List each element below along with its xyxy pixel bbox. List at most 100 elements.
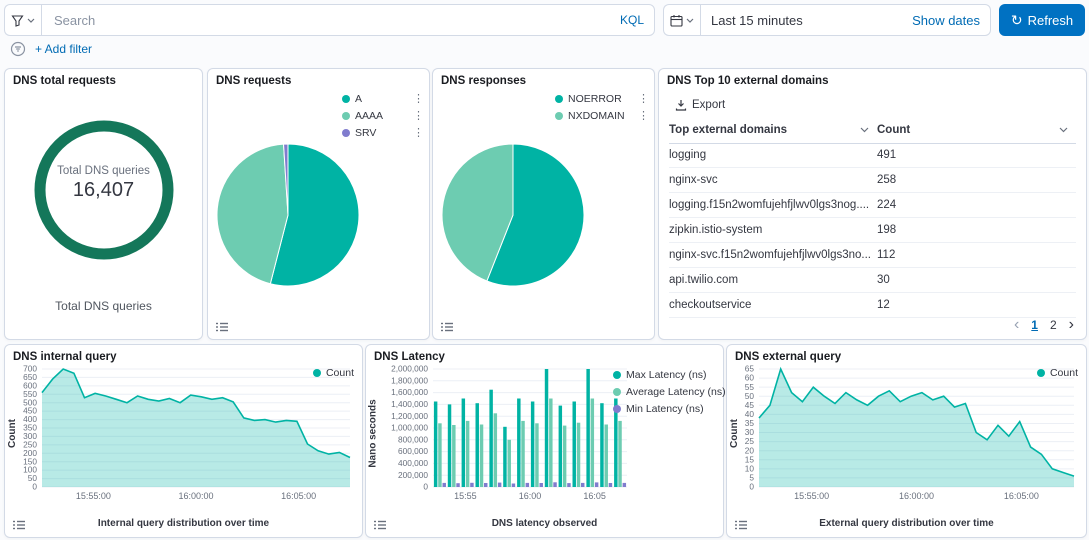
svg-text:2,000,000: 2,000,000 <box>391 364 428 374</box>
svg-text:15:55: 15:55 <box>454 491 477 501</box>
svg-text:0: 0 <box>423 482 428 492</box>
svg-text:1,600,000: 1,600,000 <box>391 387 428 397</box>
table-row: nginx-svc.f15n2womfujehfjlwv0lgs3no...11… <box>669 243 1076 268</box>
legend-dot <box>313 369 321 377</box>
svg-text:0: 0 <box>749 482 754 492</box>
count-cell: 491 <box>877 149 1076 161</box>
date-picker-group: Last 15 minutes Show dates <box>663 4 991 36</box>
add-filter-link[interactable]: + Add filter <box>35 42 92 56</box>
table-row: checkoutservice12 <box>669 293 1076 318</box>
svg-text:700: 700 <box>23 364 37 374</box>
calendar-menu-button[interactable] <box>663 4 700 36</box>
legend-label: Count <box>326 367 354 379</box>
legend-menu-icon[interactable]: ⋮ <box>634 111 649 122</box>
svg-text:60: 60 <box>745 373 755 383</box>
svg-text:55: 55 <box>745 382 755 392</box>
legend-menu-icon[interactable]: ⋮ <box>409 94 424 105</box>
prev-page-button[interactable]: ‹ <box>1014 317 1019 333</box>
panel-title: DNS total requests <box>13 75 116 87</box>
panel-dns-external-query: DNS external query Count Count 051015202… <box>726 344 1087 538</box>
legend-toggle-icon[interactable] <box>373 518 387 532</box>
download-icon <box>675 99 687 111</box>
saved-query-menu-button[interactable] <box>4 4 41 36</box>
search-group: KQL <box>4 4 655 36</box>
legend-toggle-icon[interactable] <box>215 320 229 334</box>
legend-toggle-icon[interactable] <box>734 518 748 532</box>
svg-text:10: 10 <box>745 463 755 473</box>
legend-item[interactable]: A⋮ <box>342 93 424 105</box>
svg-text:15:55:00: 15:55:00 <box>794 491 829 501</box>
table-row: logging.f15n2womfujehfjlwv0lgs3nog....22… <box>669 193 1076 218</box>
page-button-2[interactable]: 2 <box>1050 318 1057 332</box>
legend-toggle-icon[interactable] <box>12 518 26 532</box>
next-page-button[interactable]: › <box>1069 317 1074 333</box>
time-range-field: Last 15 minutes Show dates <box>700 4 991 36</box>
export-button[interactable]: Export <box>675 99 725 111</box>
legend-label: SRV <box>355 127 376 139</box>
kql-selector[interactable]: KQL <box>620 13 644 27</box>
legend-label: Min Latency (ns) <box>626 403 704 415</box>
svg-text:15:55:00: 15:55:00 <box>76 491 111 501</box>
sort-chevron-icon <box>860 127 869 133</box>
legend-dot <box>1037 369 1045 377</box>
show-dates-link[interactable]: Show dates <box>912 13 980 28</box>
svg-text:16:05: 16:05 <box>583 491 606 501</box>
legend-label: NOERROR <box>568 93 622 105</box>
time-range-value[interactable]: Last 15 minutes <box>711 13 803 28</box>
legend-item[interactable]: Min Latency (ns) <box>613 403 717 415</box>
legend-item[interactable]: Count <box>1037 367 1078 379</box>
panel-title: DNS Top 10 external domains <box>667 75 828 87</box>
legend-dot <box>613 388 621 396</box>
svg-text:40: 40 <box>745 409 755 419</box>
column-header-domains[interactable]: Top external domains <box>669 117 877 143</box>
domain-cell: zipkin.istio-system <box>669 224 877 236</box>
svg-text:65: 65 <box>745 364 755 374</box>
legend-item[interactable]: Average Latency (ns) <box>613 386 717 398</box>
legend-dot <box>342 129 350 137</box>
column-label: Count <box>877 124 910 136</box>
domain-cell: logging.f15n2womfujehfjlwv0lgs3nog.... <box>669 199 877 211</box>
legend-item[interactable]: SRV ⋮ <box>342 127 424 139</box>
legend-item[interactable]: Max Latency (ns) <box>613 369 717 381</box>
domains-table-body: logging491nginx-svc258logging.f15n2womfu… <box>669 143 1076 318</box>
chart-legend: Max Latency (ns) Average Latency (ns) Min … <box>613 369 717 415</box>
domain-cell: api.twilio.com <box>669 274 877 286</box>
svg-text:25: 25 <box>745 436 755 446</box>
sort-chevron-icon <box>1059 127 1068 133</box>
legend-menu-icon[interactable]: ⋮ <box>409 111 424 122</box>
legend-toggle-icon[interactable] <box>440 320 454 334</box>
count-cell: 12 <box>877 299 1076 311</box>
chart-legend: Count <box>313 367 354 379</box>
panel-dns-total-requests: DNS total requests Total DNS queries 16,… <box>4 68 203 340</box>
domain-cell: checkoutservice <box>669 299 877 311</box>
table-header: Top external domains Count <box>669 117 1076 144</box>
legend-menu-icon[interactable]: ⋮ <box>409 128 424 139</box>
refresh-label: Refresh <box>1028 13 1074 28</box>
area-chart: 0510152025303540455055606515:55:0016:00:… <box>729 363 1084 503</box>
page-button-1[interactable]: 1 <box>1031 318 1038 332</box>
count-cell: 198 <box>877 224 1076 236</box>
legend-item[interactable]: Count <box>313 367 354 379</box>
legend-item[interactable]: NOERROR ⋮ <box>555 93 649 105</box>
legend-dot <box>613 405 621 413</box>
svg-text:50: 50 <box>745 391 755 401</box>
filter-options-icon[interactable] <box>10 41 26 57</box>
legend-dot <box>342 95 350 103</box>
panel-dns-latency: DNS Latency Max Latency (ns)Average Late… <box>365 344 724 538</box>
legend-label: NXDOMAIN <box>568 110 625 122</box>
legend-item[interactable]: NXDOMAIN ⋮ <box>555 110 649 122</box>
svg-text:600,000: 600,000 <box>398 446 428 456</box>
column-header-count[interactable]: Count <box>877 117 1076 143</box>
column-label: Top external domains <box>669 124 787 136</box>
search-input[interactable] <box>52 12 620 29</box>
legend-item[interactable]: AAAA⋮ <box>342 110 424 122</box>
refresh-button[interactable]: ↻ Refresh <box>999 4 1085 36</box>
svg-text:1,000,000: 1,000,000 <box>391 423 428 433</box>
panel-title: DNS external query <box>735 351 841 363</box>
pie-chart <box>439 141 587 289</box>
legend-label: Max Latency (ns) <box>626 369 707 381</box>
count-cell: 258 <box>877 174 1076 186</box>
panel-title: DNS internal query <box>13 351 117 363</box>
gauge-bottom-label: Total DNS queries <box>5 299 202 313</box>
legend-menu-icon[interactable]: ⋮ <box>634 94 649 105</box>
